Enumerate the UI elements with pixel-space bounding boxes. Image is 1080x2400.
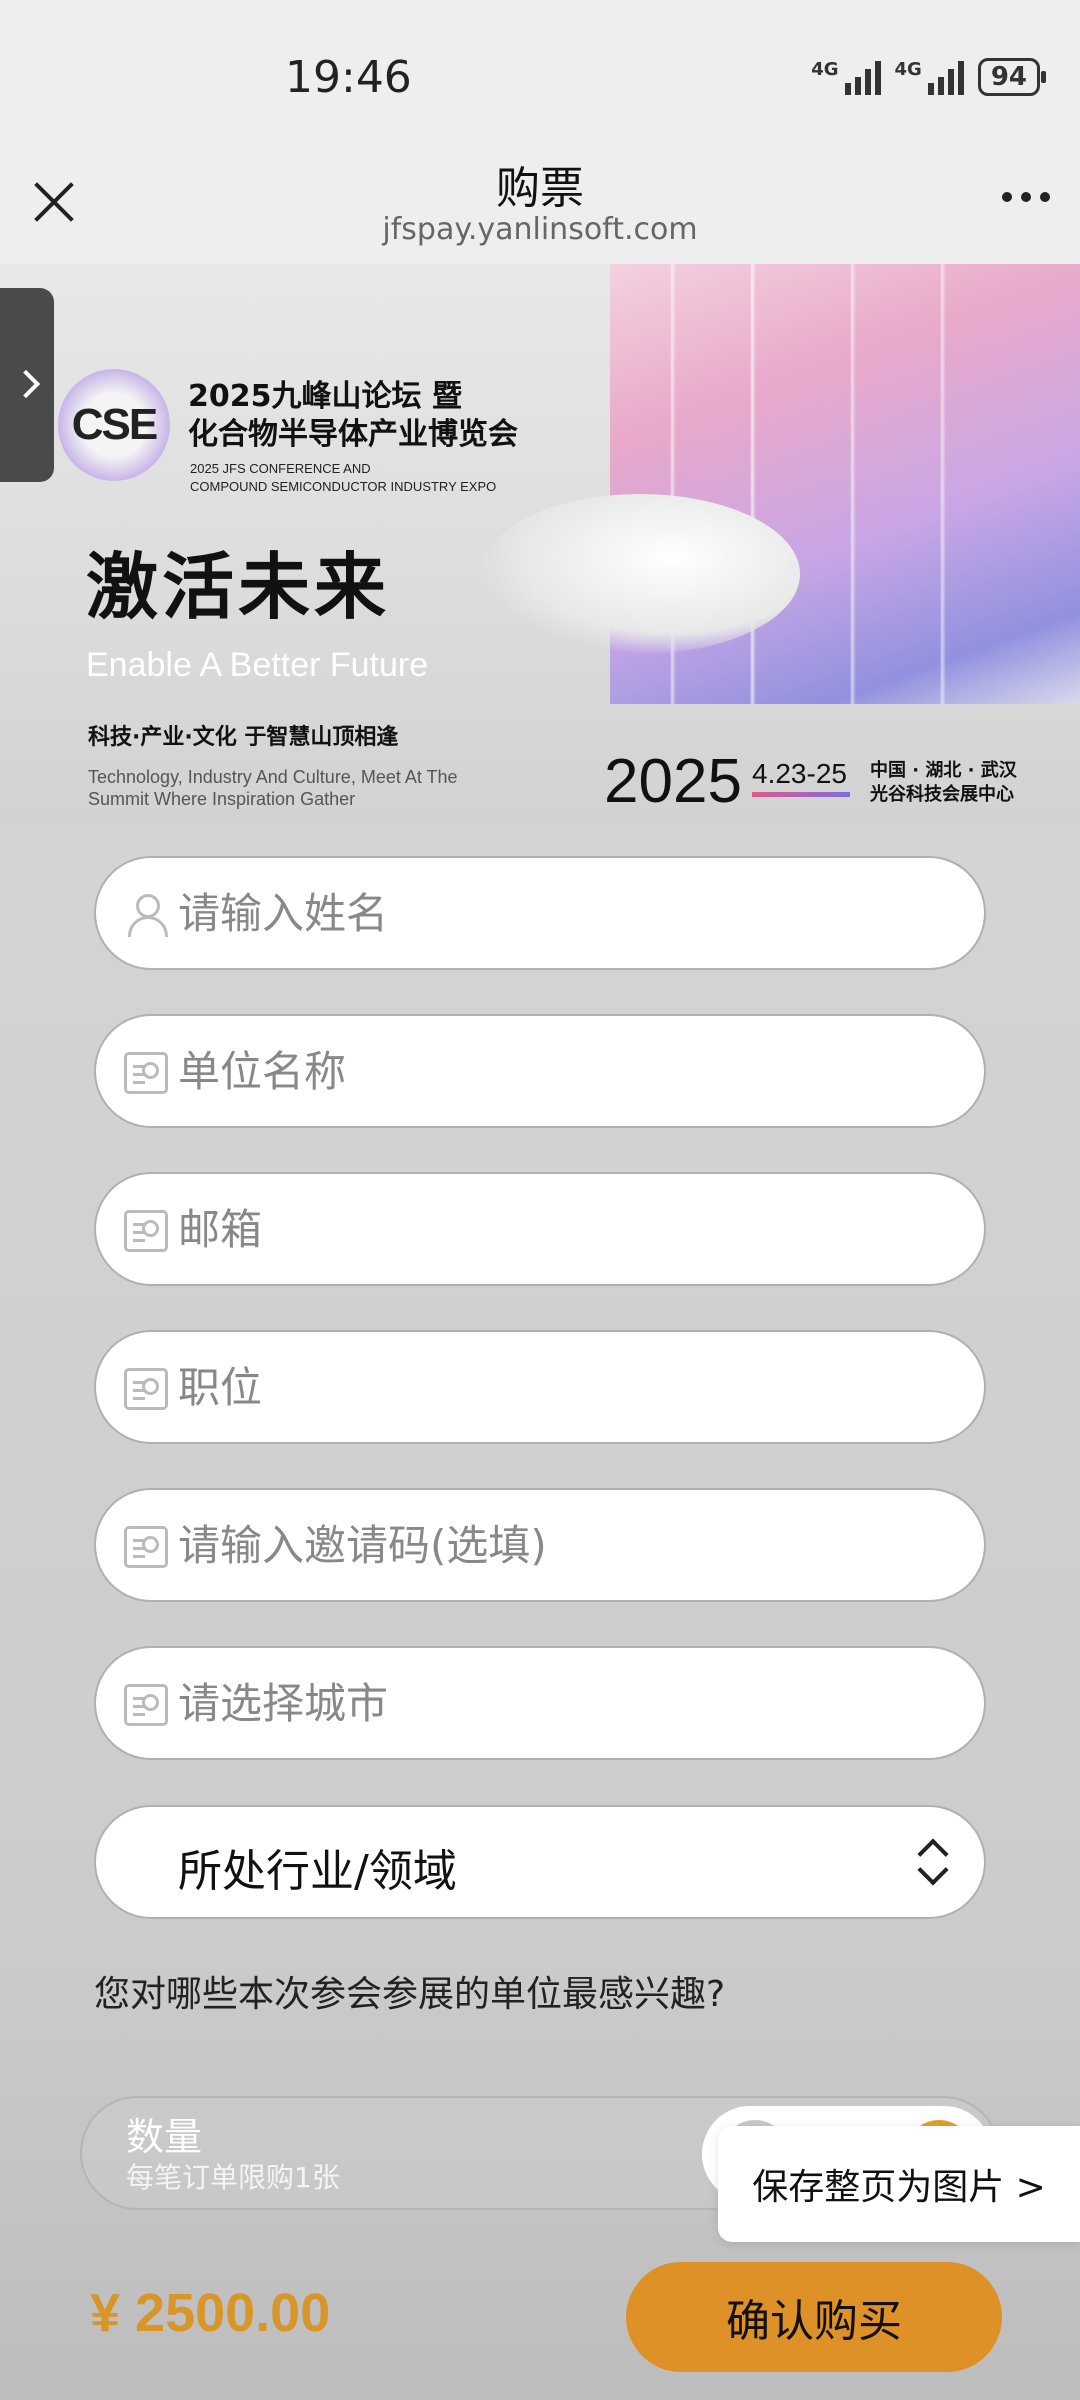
signal-icon: 4G — [895, 59, 964, 95]
cse-logo: CSE — [58, 369, 170, 481]
status-icons: 4G 4G 94 — [811, 58, 1047, 96]
page-title: 购票 — [496, 163, 584, 214]
invite-code-field — [94, 1488, 986, 1602]
conference-title: 2025九峰山论坛 暨 化合物半导体产业博览会 — [188, 378, 518, 454]
city-input[interactable] — [178, 1648, 958, 1758]
venue-line1: 中国 · 湖北 · 武汉 — [870, 760, 1017, 781]
email-field — [94, 1172, 986, 1286]
event-venue: 中国 · 湖北 · 武汉 光谷科技会展中心 — [870, 759, 1017, 807]
network-type-label: 4G — [894, 59, 922, 80]
total-price: ¥ 2500.00 — [90, 2283, 331, 2343]
nav-bar: 购票 jfspay.yanlinsoft.com — [0, 140, 1080, 264]
side-expand-tab[interactable] — [0, 288, 54, 482]
save-page-as-image-button[interactable]: 保存整页为图片 > — [718, 2126, 1080, 2242]
tagline: 科技·产业·文化 于智慧山顶相逢 — [88, 725, 399, 750]
position-input[interactable] — [178, 1332, 958, 1442]
chevron-up-down-icon — [914, 1837, 950, 1887]
id-card-icon — [124, 1368, 168, 1410]
company-field — [94, 1014, 986, 1128]
id-card-icon — [124, 1684, 168, 1726]
signal-icon: 4G — [811, 59, 881, 95]
name-input[interactable] — [178, 858, 958, 968]
page-url: jfspay.yanlinsoft.com — [382, 212, 698, 247]
conference-en-line2: COMPOUND SEMICONDUCTOR INDUSTRY EXPO — [190, 479, 497, 494]
city-field[interactable] — [94, 1646, 986, 1760]
battery-level: 94 — [990, 62, 1027, 92]
person-icon — [124, 894, 168, 937]
name-field — [94, 856, 986, 970]
id-card-icon — [124, 1210, 168, 1252]
email-input[interactable] — [178, 1174, 958, 1284]
event-year: 2025 — [604, 747, 742, 816]
quantity-label: 数量 — [126, 2115, 203, 2159]
more-icon[interactable] — [1002, 192, 1050, 202]
battery-icon: 94 — [977, 58, 1047, 96]
company-input[interactable] — [178, 1016, 958, 1126]
invite-code-input[interactable] — [178, 1490, 958, 1600]
conference-title-en: 2025 JFS CONFERENCE AND COMPOUND SEMICON… — [190, 460, 496, 496]
industry-select[interactable]: 所处行业/领域 — [94, 1805, 986, 1919]
conference-title-line2: 化合物半导体产业博览会 — [188, 417, 518, 452]
conference-en-line1: 2025 JFS CONFERENCE AND — [190, 461, 371, 476]
id-card-icon — [124, 1526, 168, 1568]
slogan: 激活未来 — [86, 545, 391, 629]
slogan-en: Enable A Better Future — [86, 646, 429, 684]
event-banner: CSE 2025九峰山论坛 暨 化合物半导体产业博览会 2025 JFS CON… — [0, 264, 1080, 824]
date-underline — [752, 792, 850, 797]
event-dates: 4.23-25 — [752, 758, 847, 789]
status-time: 19:46 — [285, 52, 412, 103]
venue-line2: 光谷科技会展中心 — [870, 784, 1014, 805]
confirm-purchase-button[interactable]: 确认购买 — [626, 2262, 1002, 2372]
id-card-icon — [124, 1052, 168, 1094]
status-bar: 19:46 4G 4G 94 — [0, 0, 1080, 140]
interest-question: 您对哪些本次参会参展的单位最感兴趣? — [94, 1974, 726, 2015]
position-field — [94, 1330, 986, 1444]
tagline-en: Technology, Industry And Culture, Meet A… — [88, 767, 458, 809]
conference-title-line1: 2025九峰山论坛 暨 — [188, 379, 462, 414]
network-type-label: 4G — [811, 59, 839, 80]
quantity-limit-note: 每笔订单限购1张 — [126, 2161, 340, 2194]
banner-swoosh — [480, 494, 800, 654]
industry-select-label: 所处行业/领域 — [178, 1846, 457, 1897]
